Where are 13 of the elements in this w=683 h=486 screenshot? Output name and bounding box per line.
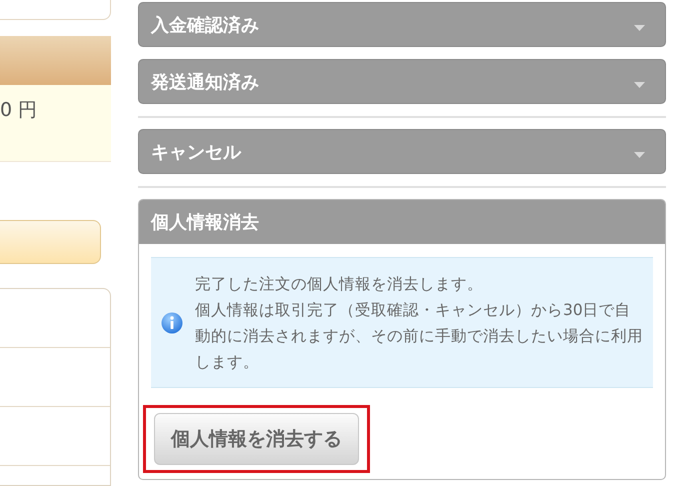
tan-button[interactable] bbox=[0, 220, 101, 264]
info-icon bbox=[161, 312, 183, 334]
caret-icon bbox=[634, 24, 645, 30]
caret-icon bbox=[634, 82, 645, 88]
accordion-header[interactable]: キャンセル bbox=[138, 129, 666, 174]
caret-icon bbox=[634, 152, 645, 158]
accordion-header[interactable]: 入金確認済み bbox=[138, 2, 666, 47]
erase-button[interactable]: 個人情報を消去する bbox=[154, 413, 359, 465]
notice-text: 個人情報は取引完了（受取確認・キャンセル）から30日で自動的に消去されますが、その前に手動で消去したい場合に利用します。 bbox=[195, 300, 643, 372]
notice-text: 完了した注文の個人情報を消去します。 bbox=[195, 274, 484, 294]
accordion-header[interactable]: 個人情報消去 bbox=[139, 200, 665, 244]
price-text: 0 円 bbox=[0, 99, 38, 122]
accordion-header[interactable]: 発送通知済み bbox=[138, 59, 666, 104]
